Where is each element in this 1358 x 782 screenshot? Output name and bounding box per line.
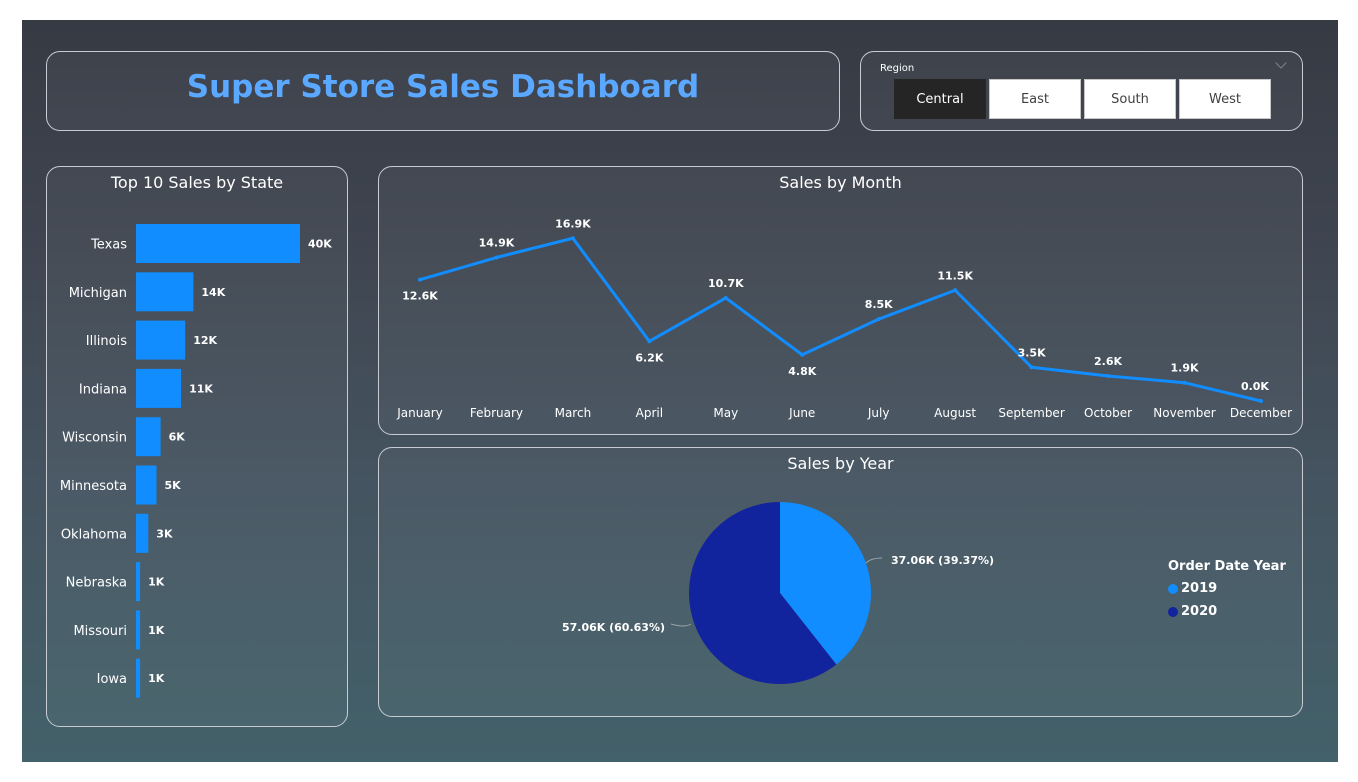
bar-category-minnesota: Minnesota: [60, 479, 127, 494]
line-label-march: 16.9K: [555, 217, 591, 230]
slicer-label: Region: [880, 63, 915, 74]
bar-indiana[interactable]: [136, 368, 182, 408]
line-label-september: 3.5K: [1018, 346, 1046, 359]
state-bar-chart: Texas 40K Michigan 14K Illinois 12K Indiana 11K…: [60, 224, 332, 698]
line-label-february: 14.9K: [479, 237, 515, 250]
region-slicer: Region Central East South West: [860, 51, 1303, 131]
slicer-option-south[interactable]: South: [1084, 79, 1176, 119]
bar-label-nebraska: 1K: [148, 576, 165, 589]
chevron-down-icon[interactable]: [1275, 57, 1287, 69]
line-label-october: 2.6K: [1094, 355, 1122, 368]
line-point-december[interactable]: [1258, 399, 1263, 403]
legend-label-2019: 2019: [1181, 581, 1218, 596]
line-point-february[interactable]: [494, 255, 499, 260]
legend-label-2020: 2020: [1181, 604, 1218, 619]
bar-category-michigan: Michigan: [69, 286, 127, 301]
line-point-march[interactable]: [570, 236, 575, 241]
line-label-june: 4.8K: [788, 365, 816, 378]
line-label-december: 0.0K: [1241, 380, 1269, 393]
bar-wisconsin[interactable]: [136, 417, 161, 457]
line-point-june[interactable]: [800, 352, 805, 357]
sales-line[interactable]: [419, 236, 1262, 403]
bar-category-indiana: Indiana: [79, 382, 127, 397]
slicer-option-east[interactable]: East: [989, 79, 1081, 119]
x-tick-june: June: [788, 406, 815, 420]
bar-category-missouri: Missouri: [73, 624, 127, 639]
line-point-august[interactable]: [953, 288, 958, 293]
legend-title: Order Date Year: [1168, 559, 1286, 574]
line-label-may: 10.7K: [708, 277, 744, 290]
line-point-april[interactable]: [647, 339, 652, 344]
pie-leader-2019: [865, 557, 883, 564]
line-label-november: 1.9K: [1170, 362, 1198, 375]
bar-texas[interactable]: [136, 224, 300, 263]
x-tick-february: February: [470, 406, 523, 420]
legend-dot-2019: [1168, 583, 1178, 594]
line-point-october[interactable]: [1106, 373, 1111, 378]
line-point-july[interactable]: [876, 317, 881, 322]
line-label-april: 6.2K: [635, 351, 663, 364]
pie-label-2019: 37.06K (39.37%): [891, 554, 994, 567]
line-point-january[interactable]: [418, 277, 422, 282]
slicer-option-central[interactable]: Central: [894, 79, 986, 119]
bar-iowa[interactable]: [136, 658, 141, 698]
line-label-july: 8.5K: [865, 298, 893, 311]
bar-category-texas: Texas: [90, 238, 127, 253]
slicer-option-west[interactable]: West: [1179, 79, 1271, 119]
bar-category-wisconsin: Wisconsin: [62, 431, 127, 446]
legend-item-2019[interactable]: 2019: [1168, 581, 1286, 596]
x-tick-march: March: [555, 406, 592, 420]
bar-label-iowa: 1K: [148, 672, 165, 685]
bar-category-illinois: Illinois: [86, 334, 127, 349]
state-bar-chart-card: Top 10 Sales by State Texas 40K Michigan 14…: [46, 166, 348, 727]
pie-leader-2020: [670, 623, 692, 627]
x-tick-may: May: [713, 406, 738, 420]
bar-missouri[interactable]: [136, 610, 141, 650]
bar-oklahoma[interactable]: [136, 513, 149, 553]
bar-label-michigan: 14K: [201, 286, 225, 299]
bar-category-oklahoma: Oklahoma: [61, 527, 127, 542]
legend-dot-2020: [1168, 606, 1178, 617]
bar-label-minnesota: 5K: [165, 479, 182, 492]
x-tick-december: December: [1230, 406, 1292, 420]
bar-category-nebraska: Nebraska: [66, 576, 127, 591]
line-label-august: 11.5K: [937, 269, 973, 282]
x-tick-october: October: [1084, 406, 1132, 420]
bar-label-missouri: 1K: [148, 624, 165, 637]
bar-nebraska[interactable]: [136, 562, 141, 602]
x-tick-august: August: [934, 406, 976, 420]
month-line-chart: 12.6K January 14.9K February 16.9K March 6.2K A…: [396, 217, 1292, 420]
pie-label-2020: 57.06K (60.63%): [562, 621, 665, 634]
line-point-november[interactable]: [1182, 380, 1187, 385]
bar-illinois[interactable]: [136, 320, 186, 360]
year-pie-chart-card: Sales by Year 37.06K (39.37%) 57.06K (60.…: [378, 447, 1303, 717]
dashboard-canvas: Super Store Sales Dashboard Region Centr…: [22, 20, 1338, 762]
line-label-january: 12.6K: [402, 290, 438, 303]
bar-label-oklahoma: 3K: [156, 527, 173, 540]
legend-item-2020[interactable]: 2020: [1168, 604, 1286, 619]
bar-label-wisconsin: 6K: [169, 431, 186, 444]
pie-legend: Order Date Year 2019 2020: [1168, 559, 1286, 619]
x-tick-july: July: [867, 406, 890, 420]
x-tick-november: November: [1153, 406, 1215, 420]
bar-minnesota[interactable]: [136, 465, 157, 505]
title-card: Super Store Sales Dashboard: [46, 51, 840, 131]
bar-michigan[interactable]: [136, 272, 194, 312]
bar-label-texas: 40K: [308, 238, 332, 251]
line-point-may[interactable]: [723, 295, 728, 300]
x-tick-september: September: [998, 406, 1064, 420]
x-tick-april: April: [636, 406, 663, 420]
x-tick-january: January: [396, 406, 443, 420]
year-pie-chart: 37.06K (39.37%) 57.06K (60.63%): [562, 502, 994, 684]
bar-label-indiana: 11K: [189, 382, 213, 395]
line-point-september[interactable]: [1029, 365, 1034, 370]
bar-category-iowa: Iowa: [97, 672, 127, 687]
bar-label-illinois: 12K: [193, 334, 217, 347]
month-line-chart-card: Sales by Month 12.6K January 14.9K February…: [378, 166, 1303, 435]
dashboard-title: Super Store Sales Dashboard: [186, 69, 700, 105]
